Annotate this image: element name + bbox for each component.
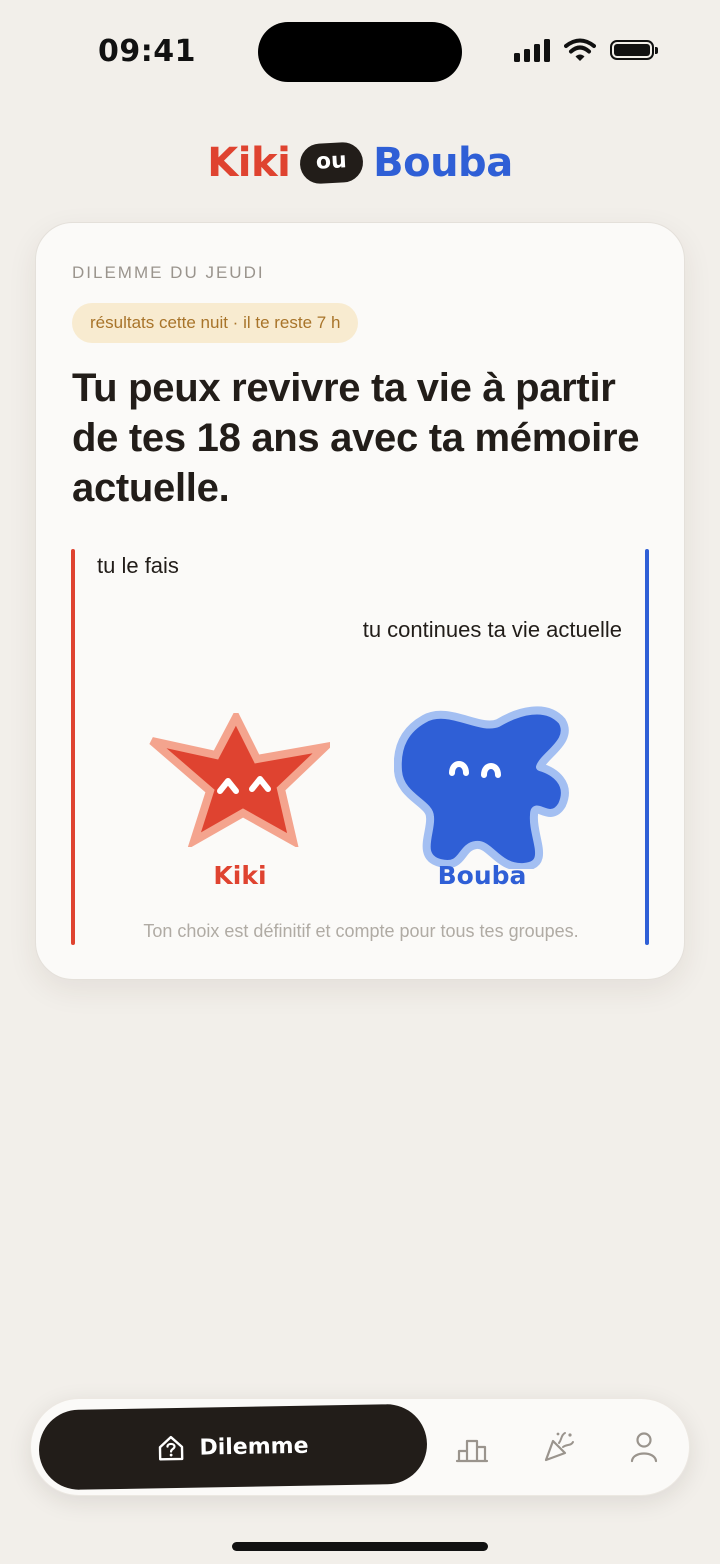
- dilemma-card: DILEMME DU JEUDI résultats cette nuit · …: [35, 222, 685, 980]
- kiki-side-bar: [71, 549, 75, 945]
- status-bar: 09:41: [0, 0, 720, 100]
- kiki-label[interactable]: Kiki: [140, 861, 340, 890]
- logo-ou-badge: ou: [299, 141, 365, 185]
- option-kiki-text[interactable]: tu le fais: [97, 553, 179, 579]
- logo-kiki: Kiki: [207, 140, 291, 186]
- tab-dilemme[interactable]: Dilemme: [38, 1403, 428, 1491]
- deadline-badge: résultats cette nuit · il te reste 7 h: [72, 303, 359, 343]
- status-time: 09:41: [98, 34, 196, 69]
- kiki-character-button[interactable]: [148, 713, 330, 847]
- app-logo: Kiki ou Bouba: [0, 140, 720, 186]
- card-eyebrow: DILEMME DU JEUDI: [72, 263, 265, 282]
- party-popper-icon[interactable]: [541, 1429, 577, 1465]
- house-question-icon: [159, 1435, 184, 1461]
- battery-icon: [610, 40, 658, 60]
- status-icons: [514, 38, 658, 62]
- bouba-character-button[interactable]: [394, 705, 570, 869]
- person-icon[interactable]: [627, 1429, 663, 1465]
- podium-icon[interactable]: [455, 1429, 491, 1465]
- bottom-tab-bar: Dilemme: [30, 1398, 690, 1496]
- bouba-blob-icon: [394, 706, 569, 869]
- tab-dilemme-label: Dilemme: [199, 1433, 309, 1461]
- choice-disclaimer: Ton choix est définitif et compte pour t…: [143, 921, 579, 941]
- kiki-star-icon: [149, 713, 330, 847]
- bouba-label[interactable]: Bouba: [382, 861, 582, 890]
- wifi-icon: [564, 38, 596, 61]
- dynamic-island: [258, 22, 462, 82]
- dilemma-question: Tu peux revivre ta vie à partir de tes 1…: [72, 366, 640, 510]
- bouba-side-bar: [645, 549, 649, 945]
- option-bouba-text[interactable]: tu continues ta vie actuelle: [363, 617, 622, 643]
- logo-bouba: Bouba: [373, 140, 513, 186]
- home-indicator: [232, 1542, 488, 1551]
- cellular-signal-icon: [514, 38, 550, 62]
